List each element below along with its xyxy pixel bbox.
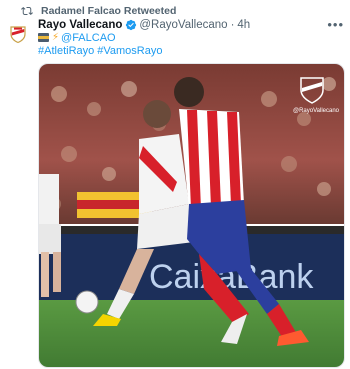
tweet-timestamp[interactable]: 4h xyxy=(237,19,250,31)
match-photo: CaixaBank @RayoVallecano xyxy=(39,64,344,367)
avatar-crest-icon xyxy=(9,25,26,43)
football xyxy=(75,290,99,314)
mention-link[interactable]: @FALCAO xyxy=(61,32,116,44)
flag-icon xyxy=(38,33,49,42)
retweet-indicator[interactable]: Radamel Falcao Retweeted xyxy=(21,4,176,18)
hashtag-link[interactable]: #AtletiRayo xyxy=(38,45,94,57)
hashtag-line: #AtletiRayo #VamosRayo xyxy=(38,44,162,58)
more-icon[interactable]: ••• xyxy=(327,18,344,31)
retweet-label: Radamel Falcao Retweeted xyxy=(41,5,177,17)
author-handle[interactable]: @RayoVallecano xyxy=(139,19,227,31)
tweet-text-line: ⚡ @FALCAO xyxy=(38,31,116,44)
hashtag-link[interactable]: #VamosRayo xyxy=(97,45,162,57)
verified-badge-icon xyxy=(125,19,137,31)
watermark-handle: @RayoVallecano xyxy=(293,108,340,114)
separator-dot: · xyxy=(230,19,235,31)
bolt-icon: ⚡ xyxy=(52,32,60,43)
retweet-icon xyxy=(21,6,33,16)
tweet-media-photo[interactable]: CaixaBank @RayoVallecano xyxy=(38,63,345,368)
avatar[interactable] xyxy=(7,23,28,44)
author-name[interactable]: Rayo Vallecano xyxy=(38,19,122,31)
